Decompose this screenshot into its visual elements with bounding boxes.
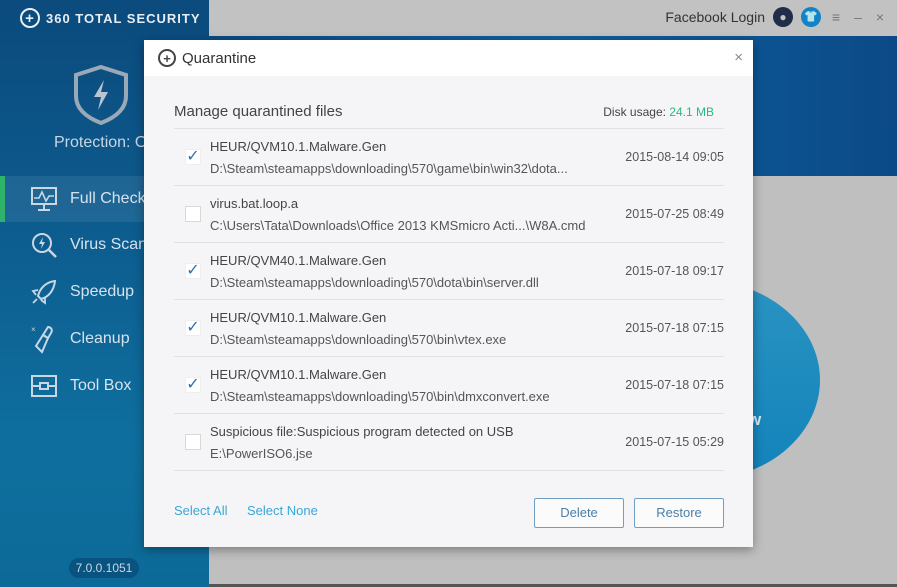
svg-text:×: × bbox=[31, 325, 36, 334]
threat-name: HEUR/QVM10.1.Malware.Gen bbox=[210, 367, 387, 382]
list-item[interactable]: ✓ HEUR/QVM10.1.Malware.Gen D:\Steam\stea… bbox=[174, 357, 724, 414]
file-path: D:\Steam\steamapps\downloading\570\bin\v… bbox=[210, 332, 507, 347]
skin-shirt-icon[interactable]: 👕 bbox=[801, 7, 821, 27]
virus-scan-icon bbox=[28, 231, 60, 259]
dialog-header: + Quarantine bbox=[144, 40, 753, 76]
file-path: E:\PowerISO6.jse bbox=[210, 446, 313, 461]
file-path: C:\Users\Tata\Downloads\Office 2013 KMSm… bbox=[210, 218, 586, 233]
checkbox[interactable] bbox=[185, 206, 201, 222]
select-all-link[interactable]: Select All bbox=[174, 503, 227, 518]
disk-usage-label: Disk usage: bbox=[603, 105, 670, 119]
list-item[interactable]: Suspicious file:Suspicious program detec… bbox=[174, 414, 724, 471]
select-none-link[interactable]: Select None bbox=[247, 503, 318, 518]
checkbox[interactable]: ✓ bbox=[185, 320, 201, 336]
quarantine-date: 2015-07-18 09:17 bbox=[625, 264, 724, 278]
quarantine-icon: + bbox=[158, 49, 176, 67]
shield-icon bbox=[74, 64, 128, 126]
close-button[interactable]: × bbox=[873, 9, 887, 25]
threat-name: HEUR/QVM40.1.Malware.Gen bbox=[210, 253, 387, 268]
checkbox[interactable] bbox=[185, 434, 201, 450]
toolbox-icon bbox=[28, 372, 60, 400]
dialog-title: Quarantine bbox=[182, 49, 257, 67]
file-path: D:\Steam\steamapps\downloading\570\game\… bbox=[210, 161, 568, 176]
restore-button[interactable]: Restore bbox=[634, 498, 724, 528]
menu-icon[interactable]: ≡ bbox=[829, 9, 843, 25]
threat-name: Suspicious file:Suspicious program detec… bbox=[210, 424, 514, 439]
list-item[interactable]: ✓ HEUR/QVM10.1.Malware.Gen D:\Steam\stea… bbox=[174, 300, 724, 357]
logo-icon: + bbox=[20, 8, 40, 28]
list-item[interactable]: virus.bat.loop.a C:\Users\Tata\Downloads… bbox=[174, 186, 724, 243]
threat-name: HEUR/QVM10.1.Malware.Gen bbox=[210, 310, 387, 325]
broom-icon: × bbox=[28, 325, 60, 354]
checkbox[interactable]: ✓ bbox=[185, 377, 201, 393]
title-bar: Facebook Login ● 👕 ≡ – × bbox=[209, 0, 897, 36]
protection-status: Protection: O bbox=[54, 134, 148, 151]
version-badge: 7.0.0.1051 bbox=[69, 558, 139, 578]
list-item[interactable]: ✓ HEUR/QVM40.1.Malware.Gen D:\Steam\stea… bbox=[174, 243, 724, 300]
sidebar-item-label: Tool Box bbox=[70, 377, 132, 394]
sidebar-item-label: Virus Scan bbox=[70, 236, 148, 253]
monitor-pulse-icon bbox=[28, 185, 60, 213]
quarantine-date: 2015-07-18 07:15 bbox=[625, 321, 724, 335]
avatar-icon[interactable]: ● bbox=[773, 7, 793, 27]
minimize-button[interactable]: – bbox=[851, 9, 865, 25]
quarantine-date: 2015-08-14 09:05 bbox=[625, 150, 724, 164]
sidebar-item-label: Full Check bbox=[70, 190, 146, 207]
sidebar-item-label: Cleanup bbox=[70, 330, 130, 347]
quarantine-list: ✓ HEUR/QVM10.1.Malware.Gen D:\Steam\stea… bbox=[174, 128, 724, 471]
list-item[interactable]: ✓ HEUR/QVM10.1.Malware.Gen D:\Steam\stea… bbox=[174, 129, 724, 186]
file-path: D:\Steam\steamapps\downloading\570\bin\d… bbox=[210, 389, 550, 404]
threat-name: HEUR/QVM10.1.Malware.Gen bbox=[210, 139, 387, 154]
disk-usage-value: 24.1 MB bbox=[669, 105, 714, 119]
facebook-login-link[interactable]: Facebook Login bbox=[665, 9, 765, 25]
dialog-close-button[interactable]: × bbox=[734, 49, 743, 66]
quarantine-date: 2015-07-15 05:29 bbox=[625, 435, 724, 449]
quarantine-date: 2015-07-25 08:49 bbox=[625, 207, 724, 221]
rocket-icon bbox=[28, 278, 60, 306]
threat-name: virus.bat.loop.a bbox=[210, 196, 299, 211]
dialog-heading: Manage quarantined files bbox=[174, 103, 343, 120]
quarantine-date: 2015-07-18 07:15 bbox=[625, 378, 724, 392]
disk-usage: Disk usage: 24.1 MB bbox=[603, 105, 714, 119]
file-path: D:\Steam\steamapps\downloading\570\dota\… bbox=[210, 275, 539, 290]
brand-logo: +360 TOTAL SECURITY bbox=[20, 8, 201, 28]
quarantine-dialog: + Quarantine × Manage quarantined files D… bbox=[144, 40, 753, 547]
delete-button[interactable]: Delete bbox=[534, 498, 624, 528]
sidebar-item-label: Speedup bbox=[70, 283, 135, 300]
checkbox[interactable]: ✓ bbox=[185, 149, 201, 165]
checkbox[interactable]: ✓ bbox=[185, 263, 201, 279]
brand-name: 360 TOTAL SECURITY bbox=[46, 10, 201, 26]
